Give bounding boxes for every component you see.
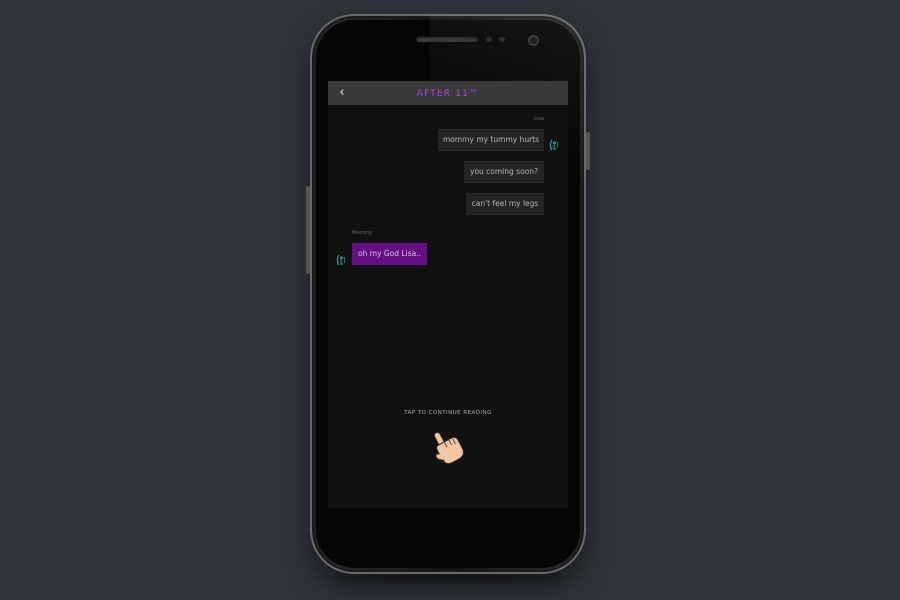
tap-to-continue-label[interactable]: TAP TO CONTINUE READING — [328, 410, 568, 416]
sender-name-mommy: Mommy — [352, 230, 373, 236]
sender-name-lisa: Lisa — [534, 116, 544, 122]
pointing-hand-icon[interactable] — [428, 427, 468, 467]
speaker-avatar-icon-lisa — [549, 139, 559, 151]
proximity-sensor — [486, 37, 492, 42]
message-bubble-lisa: you coming soon? — [464, 161, 544, 183]
front-camera — [528, 35, 539, 46]
top-bar: ‹ AFTER 11™ — [328, 81, 568, 105]
earpiece-speaker — [416, 36, 478, 42]
volume-button[interactable] — [306, 186, 310, 274]
light-sensor — [499, 37, 505, 42]
message-bubble-lisa: mommy my tummy hurts — [438, 129, 544, 151]
power-button[interactable] — [586, 132, 590, 170]
message-bubble-mommy: oh my God Lisa.. — [352, 243, 427, 265]
message-bubble-lisa: can't feel my legs — [466, 193, 544, 215]
app-title: AFTER 11™ — [416, 89, 480, 99]
speaker-avatar-icon-mommy — [336, 254, 346, 266]
app-screen: ‹ AFTER 11™ Lisa mommy my tummy hurts yo… — [328, 81, 568, 508]
